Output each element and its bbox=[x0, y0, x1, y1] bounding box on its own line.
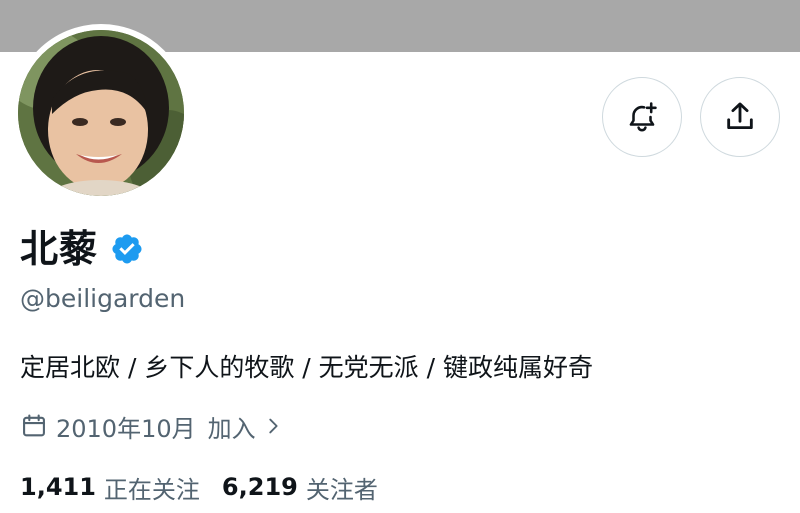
following-label: 正在关注 bbox=[103, 475, 200, 504]
join-link[interactable]: 加入 bbox=[208, 409, 284, 444]
profile-bio: 定居北欧 / 乡下人的牧歌 / 无党无派 / 键政纯属好奇 bbox=[20, 353, 593, 382]
display-name: 北藜 bbox=[20, 227, 99, 271]
notify-button[interactable] bbox=[602, 77, 682, 157]
joined-row: 2010年10月 加入 bbox=[20, 407, 284, 445]
avatar-photo bbox=[18, 30, 184, 196]
avatar[interactable] bbox=[18, 30, 184, 196]
follow-stats: 1,411 正在关注 6,219 关注者 bbox=[20, 468, 378, 506]
followers-label: 关注者 bbox=[305, 475, 378, 504]
followers-count: 6,219 bbox=[221, 473, 298, 501]
profile-handle: @beiligarden bbox=[20, 284, 186, 313]
join-date: 2010年10月 bbox=[56, 414, 196, 443]
join-link-label: 加入 bbox=[207, 414, 256, 443]
share-button[interactable] bbox=[700, 77, 780, 157]
calendar-icon bbox=[23, 414, 45, 437]
share-upload-icon bbox=[727, 102, 753, 130]
following-link[interactable]: 1,411 正在关注 bbox=[20, 470, 200, 505]
following-count: 1,411 bbox=[20, 473, 96, 501]
followers-link[interactable]: 6,219 关注者 bbox=[222, 470, 378, 505]
chevron-right-icon bbox=[268, 418, 278, 434]
verified-badge-icon[interactable] bbox=[110, 232, 144, 266]
name-row: 北藜 bbox=[20, 222, 144, 276]
bell-plus-icon bbox=[629, 102, 657, 132]
